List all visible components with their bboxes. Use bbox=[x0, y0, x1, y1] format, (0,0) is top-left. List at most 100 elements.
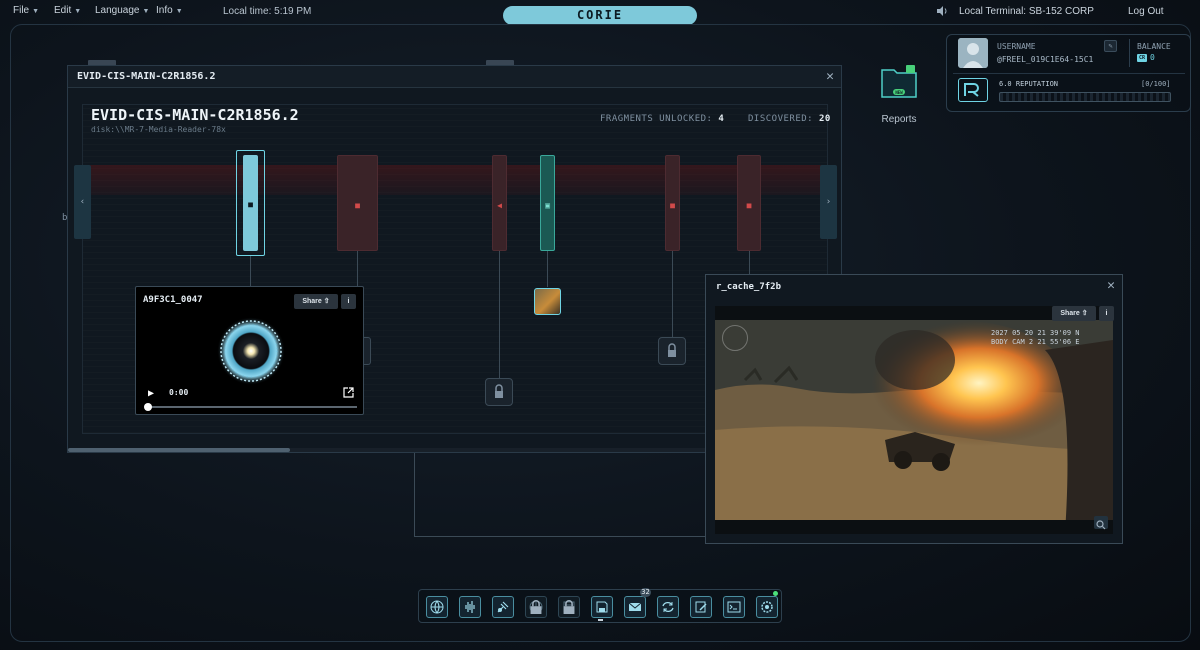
credits-badge: CR bbox=[1137, 54, 1147, 62]
audio-visualizer-orb bbox=[217, 317, 285, 385]
menu-language[interactable]: Language ▼ bbox=[95, 5, 149, 16]
chevron-down-icon: ▼ bbox=[32, 8, 40, 15]
folder-icon: NEW bbox=[881, 65, 917, 98]
timeline-prev-button[interactable]: ‹ bbox=[74, 165, 91, 239]
evidence-thumbnail[interactable] bbox=[534, 288, 561, 315]
seek-bar[interactable] bbox=[147, 406, 357, 408]
reputation-icon bbox=[958, 78, 988, 102]
fragment-video-locked[interactable]: ■ bbox=[737, 155, 761, 251]
info-button[interactable]: i bbox=[341, 294, 356, 309]
connector-line bbox=[414, 536, 706, 537]
balance-value: 0 bbox=[1150, 53, 1155, 62]
dock-network-locked[interactable] bbox=[525, 596, 547, 618]
video-camera-icon: ■ bbox=[670, 201, 675, 210]
locked-node[interactable] bbox=[485, 378, 513, 406]
explosion-scene bbox=[715, 320, 1113, 533]
fragment-image-unlocked[interactable]: ▣ bbox=[540, 155, 555, 251]
fragment-audio-locked[interactable]: ◀ bbox=[492, 155, 507, 251]
share-label: Share bbox=[302, 298, 322, 305]
new-badge: NEW bbox=[895, 90, 903, 95]
hidden-desktop-label: b bbox=[62, 213, 68, 223]
close-icon[interactable]: ✕ bbox=[826, 69, 834, 84]
lock-icon bbox=[530, 600, 542, 614]
dock-documents-locked[interactable] bbox=[558, 596, 580, 618]
mail-count-badge: 32 bbox=[640, 588, 651, 597]
timeline-next-button[interactable]: › bbox=[820, 165, 837, 239]
connector-line bbox=[749, 251, 750, 275]
menu-file[interactable]: File ▼ bbox=[13, 5, 39, 16]
speaker-icon: ◀ bbox=[497, 201, 502, 210]
share-icon: ⇧ bbox=[323, 298, 330, 305]
video-camera-icon: ■ bbox=[248, 200, 253, 209]
user-panel: USERNAME @FREEL_019C1E64-15C1 ✎ BALANCE … bbox=[946, 34, 1191, 112]
overlay-line: BODY CAM 2 21 55'06 E bbox=[991, 338, 1080, 346]
speaker-icon[interactable] bbox=[936, 5, 948, 17]
bodycam-image bbox=[715, 320, 1113, 533]
menu-edit[interactable]: Edit ▼ bbox=[54, 5, 81, 16]
window-titlebar[interactable]: EVID-CIS-MAIN-C2R1856.2 ✕ bbox=[68, 66, 841, 88]
settings-icon bbox=[761, 601, 773, 613]
connector-line bbox=[250, 256, 251, 286]
video-camera-icon: ■ bbox=[746, 201, 752, 210]
scrollbar-thumb[interactable] bbox=[68, 448, 290, 452]
share-icon: ⇧ bbox=[1081, 310, 1088, 317]
dock-browser[interactable] bbox=[426, 596, 448, 618]
balance-label: BALANCE bbox=[1137, 42, 1171, 51]
dock-audio[interactable] bbox=[459, 596, 481, 618]
image-viewer-window: r_cache_7f2b ✕ Share ⇧ i 2027 05 20 21 3… bbox=[705, 274, 1123, 544]
pencil-icon: ✎ bbox=[1108, 42, 1113, 50]
terminal-label: Local Terminal: SB-152 CORP bbox=[959, 6, 1094, 17]
chevron-down-icon: ▼ bbox=[142, 8, 150, 15]
dock-terminal[interactable] bbox=[723, 596, 745, 618]
chevron-down-icon: ▼ bbox=[74, 8, 82, 15]
dock-satellite[interactable] bbox=[492, 596, 514, 618]
menu-language-label: Language bbox=[95, 5, 140, 16]
watermark-logo bbox=[722, 325, 748, 351]
divider bbox=[953, 73, 1185, 74]
status-dot bbox=[773, 591, 778, 596]
globe-icon bbox=[430, 600, 444, 614]
locked-node[interactable] bbox=[658, 337, 686, 365]
popout-icon[interactable] bbox=[343, 387, 354, 398]
connector-line bbox=[547, 251, 548, 287]
edit-username-button[interactable]: ✎ bbox=[1104, 40, 1117, 52]
username-value: @FREEL_019C1E64-15C1 bbox=[997, 55, 1094, 64]
timeline-track bbox=[89, 165, 829, 195]
dock-mail[interactable] bbox=[624, 596, 646, 618]
video-camera-icon: ■ bbox=[355, 201, 360, 210]
menu-file-label: File bbox=[13, 5, 30, 16]
disk-path: disk:\\MR-7-Media-Reader-78x bbox=[91, 125, 226, 134]
fragment-video-unlocked[interactable]: ■ bbox=[243, 155, 258, 251]
close-icon[interactable]: ✕ bbox=[1107, 278, 1115, 293]
share-button[interactable]: Share ⇧ bbox=[294, 294, 338, 309]
fragment-video-locked[interactable]: ■ bbox=[337, 155, 378, 251]
play-icon[interactable]: ▶ bbox=[148, 388, 154, 399]
reputation-label: 6.0 REPUTATION bbox=[999, 80, 1059, 88]
seek-handle[interactable] bbox=[144, 403, 152, 411]
video-letterbox bbox=[715, 520, 1113, 534]
share-label: Share bbox=[1060, 310, 1080, 317]
connector-line bbox=[499, 251, 500, 379]
avatar[interactable] bbox=[958, 38, 988, 68]
zoom-button[interactable] bbox=[1094, 516, 1108, 530]
active-indicator bbox=[598, 619, 603, 621]
menu-info[interactable]: Info ▼ bbox=[156, 5, 183, 16]
dock-save[interactable] bbox=[591, 596, 613, 618]
chevron-down-icon: ▼ bbox=[175, 8, 183, 15]
fragments-label: FRAGMENTS UNLOCKED: bbox=[600, 114, 713, 124]
fragment-video-locked[interactable]: ■ bbox=[665, 155, 680, 251]
dock-sync[interactable] bbox=[657, 596, 679, 618]
evidence-heading: EVID-CIS-MAIN-C2R1856.2 bbox=[91, 106, 299, 124]
reputation-progress-bar bbox=[999, 92, 1171, 102]
dock-notes[interactable] bbox=[690, 596, 712, 618]
mail-icon bbox=[628, 602, 642, 611]
info-button[interactable]: i bbox=[1099, 306, 1114, 321]
lock-icon bbox=[563, 600, 575, 614]
dock-settings[interactable] bbox=[756, 596, 778, 618]
share-button[interactable]: Share ⇧ bbox=[1052, 306, 1096, 321]
notes-icon bbox=[695, 601, 707, 613]
bodycam-overlay: 2027 05 20 21 39'09 N BODY CAM 2 21 55'0… bbox=[991, 329, 1080, 347]
lock-icon bbox=[495, 384, 503, 398]
fragment-stats: FRAGMENTS UNLOCKED: 4 DISCOVERED: 20 bbox=[600, 114, 831, 124]
logout-button[interactable]: Log Out bbox=[1128, 6, 1164, 17]
